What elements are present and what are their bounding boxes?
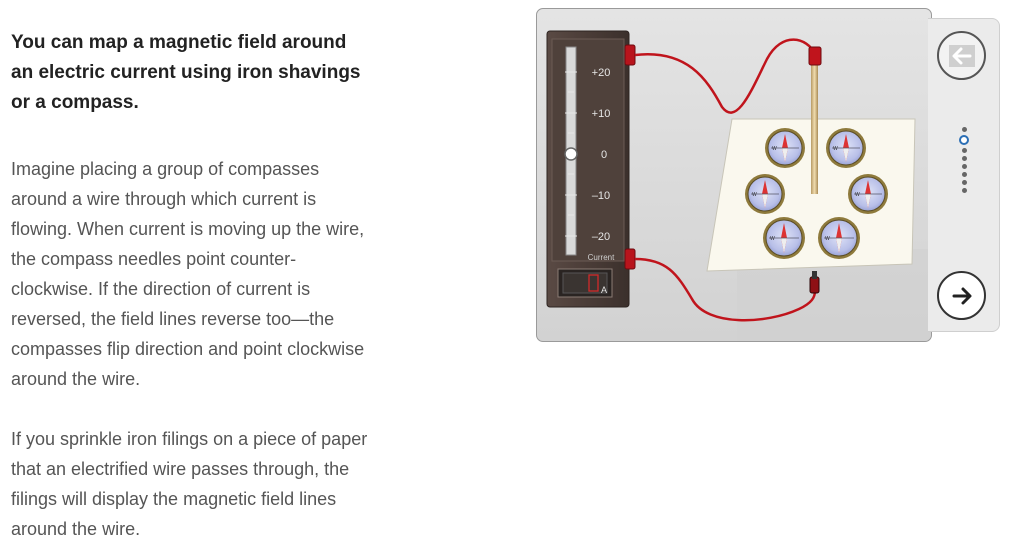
current-slider-knob[interactable] — [564, 147, 578, 161]
ammeter: +20 +10 0 –10 –20 Current A — [546, 30, 630, 308]
vertical-wire — [811, 64, 818, 194]
scale-label-zero: 0 — [601, 149, 607, 161]
svg-text:W: W — [770, 236, 775, 242]
slide-dot-1[interactable] — [961, 127, 967, 132]
compass-2: W — [826, 128, 866, 168]
compass-6: W — [818, 217, 860, 259]
rod-bottom-cap — [809, 276, 820, 294]
scale-label-minus10: –10 — [592, 190, 610, 202]
slide-dot-4[interactable] — [961, 156, 967, 161]
scale-label-minus20: –20 — [592, 231, 610, 243]
next-button[interactable] — [937, 271, 986, 320]
scale-title: Current — [588, 253, 615, 262]
scale-label-plus20: +20 — [592, 67, 611, 79]
svg-text:W: W — [855, 192, 860, 198]
arrow-left-icon — [948, 44, 975, 67]
svg-text:W: W — [825, 236, 830, 242]
article-heading: You can map a magnetic field around an e… — [11, 32, 361, 113]
svg-text:W: W — [772, 146, 777, 152]
compass-5: W — [763, 217, 805, 259]
slide-dot-5[interactable] — [961, 164, 967, 169]
compass-3: W — [745, 174, 785, 214]
previous-button[interactable] — [937, 31, 986, 80]
slide-dot-6[interactable] — [961, 172, 967, 177]
bottom-terminal — [624, 248, 636, 270]
slide-dot-3[interactable] — [961, 148, 967, 153]
top-wire — [634, 38, 817, 114]
slide-dot-7[interactable] — [961, 180, 967, 185]
paragraph-compasses: Imagine placing a group of compasses aro… — [11, 159, 365, 389]
svg-text:W: W — [833, 146, 838, 152]
compass-1: W — [765, 128, 805, 168]
slide-dot-8[interactable] — [961, 188, 967, 193]
scale-label-plus10: +10 — [592, 108, 611, 120]
article-text: You can map a magnetic field around an e… — [11, 28, 371, 544]
current-unit: A — [601, 285, 607, 295]
slide-dot-2-active[interactable] — [959, 135, 969, 145]
compass-4: W — [848, 174, 888, 214]
slide-navigation — [928, 18, 1000, 332]
rod-top-cap — [808, 46, 822, 66]
svg-text:W: W — [752, 192, 757, 198]
magnetic-field-simulation[interactable]: +20 +10 0 –10 –20 Current A W W W W W W — [536, 8, 932, 342]
paragraph-iron-filings: If you sprinkle iron filings on a piece … — [11, 429, 368, 539]
slide-dots — [959, 127, 969, 196]
arrow-right-icon — [952, 287, 971, 304]
top-terminal — [624, 44, 636, 66]
